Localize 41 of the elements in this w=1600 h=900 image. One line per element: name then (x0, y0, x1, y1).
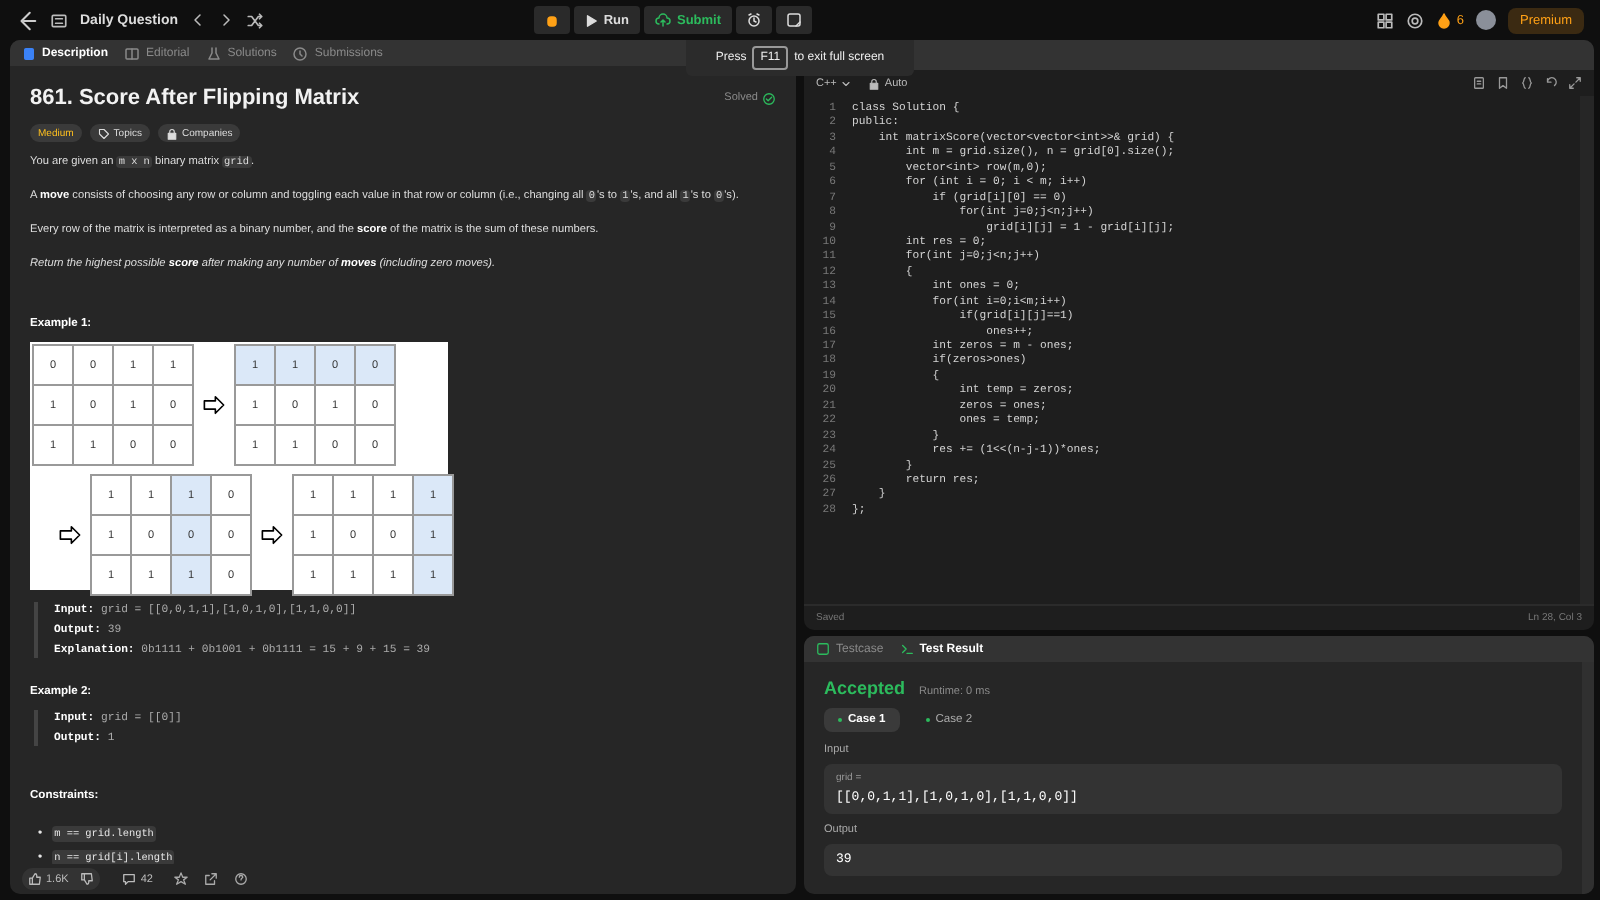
document-icon[interactable] (1472, 76, 1486, 90)
help-icon[interactable] (234, 872, 249, 886)
terminal-icon (899, 642, 914, 656)
note-icon (785, 12, 802, 28)
timer-button[interactable] (735, 6, 772, 34)
arrow-right-icon (258, 524, 286, 546)
flask-icon (205, 45, 222, 61)
shuffle-icon[interactable] (246, 11, 265, 29)
tag-icon (97, 127, 110, 139)
verdict-label: Accepted (824, 678, 906, 698)
caret-icon (840, 77, 853, 89)
braces-icon[interactable] (1520, 76, 1534, 90)
undo-icon[interactable] (1544, 76, 1558, 90)
thumbs-down-icon (80, 872, 95, 886)
play-icon (583, 13, 598, 27)
user-avatar[interactable] (1476, 10, 1496, 30)
star-icon[interactable] (174, 872, 189, 886)
lock-icon (868, 77, 881, 89)
clock-icon (292, 45, 309, 61)
bookmark-icon[interactable] (1496, 76, 1510, 90)
checkbox-icon (816, 642, 830, 656)
arrow-right-icon (200, 394, 228, 416)
debug-button[interactable] (533, 6, 570, 34)
lock-icon (165, 127, 178, 139)
list-icon[interactable] (50, 11, 68, 29)
settings-icon[interactable] (1406, 11, 1425, 29)
check-circle-icon (762, 91, 776, 105)
arrow-right-icon (56, 524, 84, 546)
chevron-left-icon[interactable] (190, 12, 207, 28)
thumbs-up-icon (28, 872, 42, 886)
chevron-right-icon[interactable] (218, 12, 235, 28)
book-icon (124, 45, 141, 61)
document-icon (22, 45, 36, 61)
layout-icon[interactable] (1376, 11, 1395, 29)
notes-button[interactable] (775, 6, 812, 34)
problem-title: 861. Score After Flipping Matrix (30, 86, 360, 110)
speech-bubble-icon (122, 872, 137, 886)
cloud-upload-icon (653, 12, 671, 28)
share-icon[interactable] (204, 872, 219, 886)
alarm-clock-icon (745, 12, 762, 28)
expand-icon[interactable] (1568, 76, 1582, 90)
